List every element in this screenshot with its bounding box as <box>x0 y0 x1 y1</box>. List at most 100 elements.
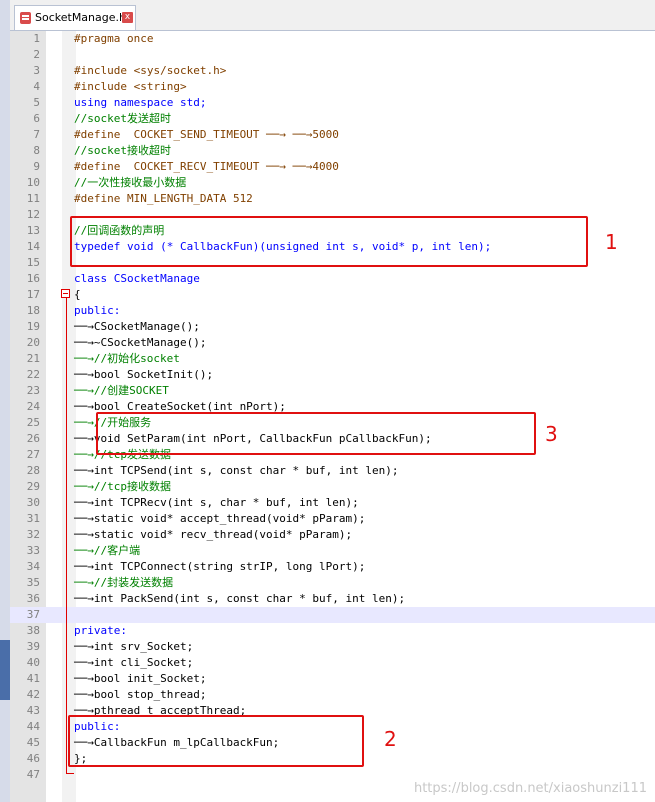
left-window-edge <box>0 0 10 802</box>
line-number: 13 <box>26 224 40 237</box>
code-line[interactable]: 2 <box>10 47 655 63</box>
code-line[interactable]: 28 ──→int TCPSend(int s, const char * buf… <box>10 463 655 479</box>
line-text: ──→//tcp接收数据 <box>74 480 171 493</box>
highlight-box-1 <box>70 216 588 267</box>
line-number: 1 <box>33 32 40 45</box>
file-tab[interactable]: SocketManage.h x <box>14 5 136 30</box>
code-line[interactable]: 5 using namespace std; <box>10 95 655 111</box>
code-line[interactable]: 1 #pragma once <box>10 31 655 47</box>
line-text: ──→~CSocketManage(); <box>74 336 207 349</box>
code-line[interactable]: 33 ──→//客户端 <box>10 543 655 559</box>
line-number: 34 <box>26 560 40 573</box>
line-text: ──→bool stop_thread; <box>74 688 207 701</box>
line-number: 10 <box>26 176 40 189</box>
line-text: ──→bool SocketInit(); <box>74 368 214 381</box>
code-line[interactable]: 3 #include <sys/socket.h> <box>10 63 655 79</box>
highlight-box-2 <box>68 715 364 767</box>
line-text: ──→int TCPSend(int s, const char * buf, … <box>74 464 399 477</box>
line-text: ──→//客户端 <box>74 544 141 557</box>
line-number: 32 <box>26 528 40 541</box>
code-line[interactable]: 20 ──→~CSocketManage(); <box>10 335 655 351</box>
line-text: //一次性接收最小数据 <box>74 176 187 189</box>
annotation-label-2: 2 <box>384 727 397 751</box>
line-text: ──→int srv_Socket; <box>74 640 194 653</box>
code-line[interactable]: 34 ──→int TCPConnect(string strIP, long l… <box>10 559 655 575</box>
code-line[interactable]: 31 ──→static void* accept_thread(void* pP… <box>10 511 655 527</box>
line-number: 12 <box>26 208 40 221</box>
code-line[interactable]: 4 #include <string> <box>10 79 655 95</box>
line-text: #include <sys/socket.h> <box>74 64 227 77</box>
code-line[interactable]: 30 ──→int TCPRecv(int s, char * buf, int … <box>10 495 655 511</box>
line-number: 11 <box>26 192 40 205</box>
line-number: 23 <box>26 384 40 397</box>
code-line[interactable]: 9 #define COCKET_RECV_TIMEOUT ──→ ──→4000 <box>10 159 655 175</box>
line-text: ──→static void* accept_thread(void* pPar… <box>74 512 366 525</box>
line-number: 3 <box>33 64 40 77</box>
code-line[interactable]: 35 ──→//封装发送数据 <box>10 575 655 591</box>
line-text: ──→int TCPRecv(int s, char * buf, int le… <box>74 496 359 509</box>
line-number: 24 <box>26 400 40 413</box>
code-line[interactable]: 18 public: <box>10 303 655 319</box>
line-number: 17 <box>26 288 40 301</box>
code-line[interactable]: 32 ──→static void* recv_thread(void* pPar… <box>10 527 655 543</box>
code-editor[interactable]: 1 #pragma once 2 3 #include <sys/socket.h> 4 #… <box>10 31 655 802</box>
code-line[interactable]: 41 ──→bool init_Socket; <box>10 671 655 687</box>
close-tab-icon[interactable]: x <box>122 12 133 23</box>
line-text: ──→int PackSend(int s, const char * buf,… <box>74 592 406 605</box>
line-text: ──→int TCPConnect(string strIP, long lPo… <box>74 560 366 573</box>
line-number: 22 <box>26 368 40 381</box>
code-line[interactable]: 39 ──→int srv_Socket; <box>10 639 655 655</box>
line-text: ──→CSocketManage(); <box>74 320 200 333</box>
line-number: 14 <box>26 240 40 253</box>
line-text: #define COCKET_SEND_TIMEOUT ──→ ──→5000 <box>74 128 339 141</box>
line-number: 9 <box>33 160 40 173</box>
code-line[interactable]: 23 ──→//创建SOCKET <box>10 383 655 399</box>
code-line[interactable]: 19 ──→CSocketManage(); <box>10 319 655 335</box>
line-text: class CSocketManage <box>74 272 200 285</box>
line-number: 27 <box>26 448 40 461</box>
line-number: 6 <box>33 112 40 125</box>
code-line[interactable]: 38 private: <box>10 623 655 639</box>
line-number: 16 <box>26 272 40 285</box>
line-text: //socket接收超时 <box>74 144 171 157</box>
code-line[interactable]: 29 ──→//tcp接收数据 <box>10 479 655 495</box>
fold-range-line <box>66 298 67 773</box>
line-text: ──→bool init_Socket; <box>74 672 207 685</box>
code-line[interactable]: 17 { <box>10 287 655 303</box>
code-line[interactable]: 40 ──→int cli_Socket; <box>10 655 655 671</box>
code-line[interactable]: 42 ──→bool stop_thread; <box>10 687 655 703</box>
line-number: 30 <box>26 496 40 509</box>
line-number: 21 <box>26 352 40 365</box>
left-window-edge-accent <box>0 640 10 700</box>
file-icon <box>20 12 31 24</box>
code-line[interactable]: 11 #define MIN_LENGTH_DATA 512 <box>10 191 655 207</box>
line-number: 36 <box>26 592 40 605</box>
line-number: 42 <box>26 688 40 701</box>
line-number: 19 <box>26 320 40 333</box>
line-text: #include <string> <box>74 80 187 93</box>
line-number: 38 <box>26 624 40 637</box>
line-number: 25 <box>26 416 40 429</box>
code-line[interactable]: 16 class CSocketManage <box>10 271 655 287</box>
line-text: { <box>74 288 81 301</box>
line-number: 15 <box>26 256 40 269</box>
code-line[interactable]: 8 //socket接收超时 <box>10 143 655 159</box>
line-number: 43 <box>26 704 40 717</box>
code-line[interactable]: 6 //socket发送超时 <box>10 111 655 127</box>
annotation-label-3: 3 <box>545 422 558 446</box>
code-line[interactable]: 37 <box>10 607 655 623</box>
line-number: 31 <box>26 512 40 525</box>
line-number: 26 <box>26 432 40 445</box>
code-line[interactable]: 10 //一次性接收最小数据 <box>10 175 655 191</box>
code-line[interactable]: 36 ──→int PackSend(int s, const char * bu… <box>10 591 655 607</box>
code-line[interactable]: 21 ──→//初始化socket <box>10 351 655 367</box>
code-line[interactable]: 22 ──→bool SocketInit(); <box>10 367 655 383</box>
line-text: ──→static void* recv_thread(void* pParam… <box>74 528 353 541</box>
code-line[interactable]: 7 #define COCKET_SEND_TIMEOUT ──→ ──→5000 <box>10 127 655 143</box>
line-number: 41 <box>26 672 40 685</box>
watermark: https://blog.csdn.net/xiaoshunzi111 <box>413 781 647 796</box>
line-text: //socket发送超时 <box>74 112 171 125</box>
file-tab-label: SocketManage.h <box>35 11 126 24</box>
fold-collapse-icon[interactable] <box>61 289 70 298</box>
line-number: 29 <box>26 480 40 493</box>
